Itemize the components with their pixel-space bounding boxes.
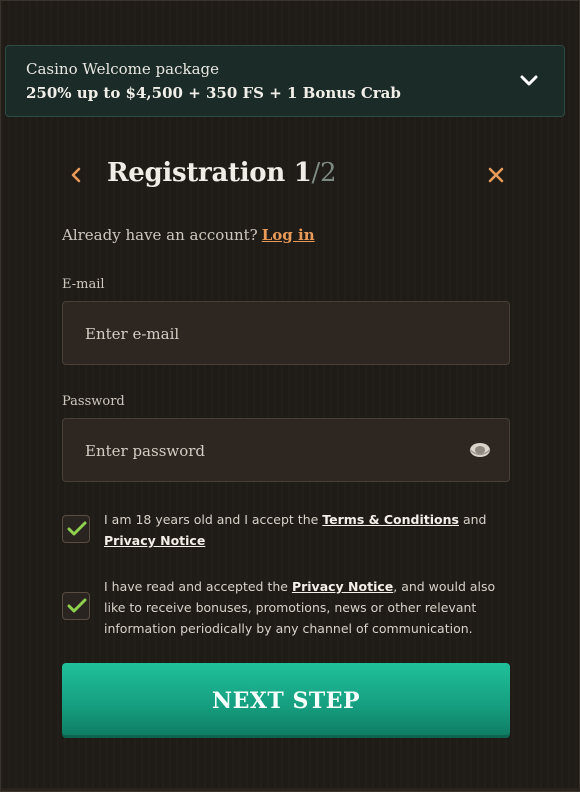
close-icon[interactable]	[487, 166, 505, 184]
consent-text: I have read and accepted the	[104, 579, 292, 594]
terms-link[interactable]: Terms & Conditions	[322, 512, 459, 527]
chevron-left-icon[interactable]	[69, 164, 83, 186]
next-step-button[interactable]: NEXT STEP	[62, 663, 510, 738]
chevron-down-icon[interactable]	[520, 74, 538, 88]
registration-header: Registration 1/2	[61, 156, 511, 196]
checkmark-icon	[67, 521, 87, 536]
email-label: E-mail	[62, 277, 105, 292]
consent-text: I am 18 years old and I accept the	[104, 512, 323, 527]
checkmark-icon	[67, 598, 87, 613]
consent-text: and	[458, 512, 487, 527]
registration-panel: Casino Welcome package 250% up to $4,500…	[0, 0, 580, 792]
password-field-box[interactable]	[62, 418, 510, 483]
welcome-package-banner[interactable]: Casino Welcome package 250% up to $4,500…	[5, 45, 565, 117]
privacy-notice-link[interactable]: Privacy Notice	[292, 579, 393, 594]
privacy-notice-link[interactable]: Privacy Notice	[104, 533, 205, 548]
login-prompt-text: Already have an account?	[62, 226, 258, 244]
email-field[interactable]	[83, 302, 447, 366]
promo-title: Casino Welcome package	[26, 60, 220, 78]
password-label: Password	[62, 394, 125, 409]
login-link[interactable]: Log in	[262, 226, 315, 244]
promo-offer: 250% up to $4,500 + 350 FS + 1 Bonus Cra…	[26, 84, 401, 102]
age-terms-checkbox[interactable]	[62, 515, 90, 543]
marketing-consent: I have read and accepted the Privacy Not…	[104, 576, 504, 639]
title-text: Registration	[107, 158, 285, 188]
page-title: Registration 1/2	[107, 158, 336, 188]
age-terms-consent: I am 18 years old and I accept the Terms…	[104, 509, 504, 551]
marketing-checkbox[interactable]	[62, 592, 90, 620]
eye-icon[interactable]	[469, 441, 491, 459]
divider	[1, 788, 580, 791]
step-current: 1	[293, 158, 312, 188]
email-field-box[interactable]	[62, 301, 510, 366]
password-field[interactable]	[83, 419, 447, 483]
login-prompt: Already have an account? Log in	[62, 226, 315, 244]
step-total: /2	[311, 158, 337, 188]
